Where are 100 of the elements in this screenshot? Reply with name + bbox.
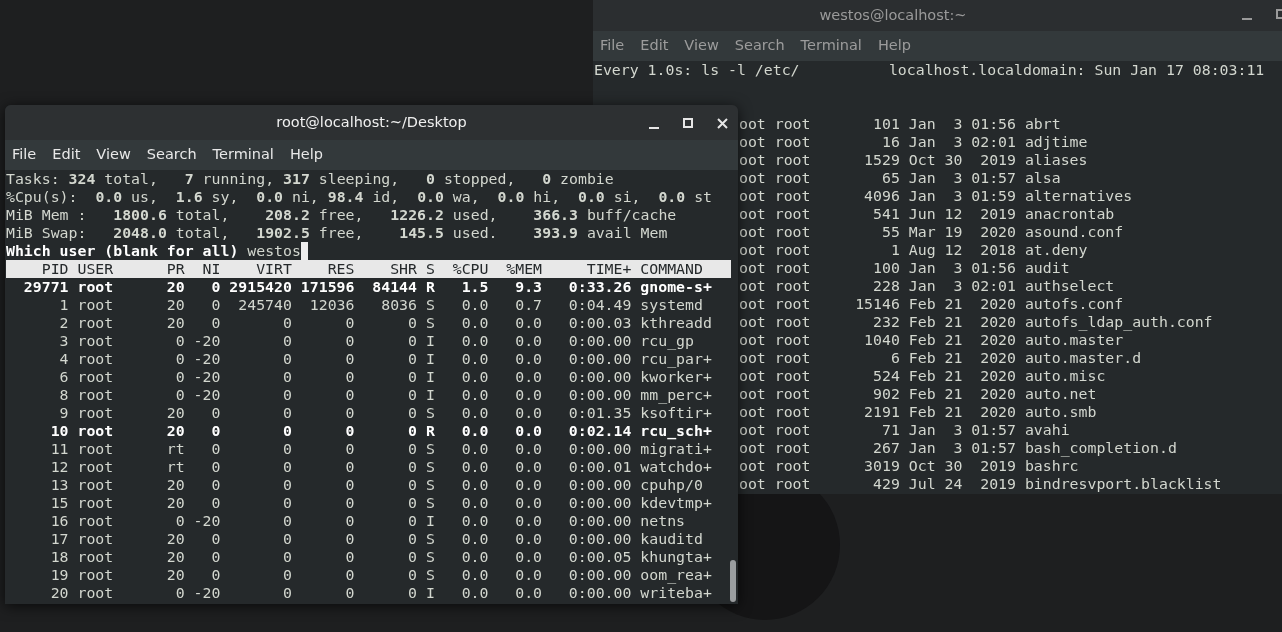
- scrollbar-thumb[interactable]: [730, 560, 736, 602]
- file-time: 2019: [979, 151, 1016, 169]
- table-cell: kauditd: [640, 530, 703, 548]
- table-cell-text: root: [77, 386, 115, 404]
- file-time: 01:56: [970, 115, 1016, 133]
- menu-item[interactable]: Help: [286, 144, 326, 166]
- file-owner: oot root: [739, 223, 811, 241]
- table-cell-text: 0.0: [460, 368, 489, 386]
- table-cell-text: 0:02.14: [567, 422, 632, 440]
- table-cell-text: rt: [165, 458, 185, 476]
- table-cell-text: root: [77, 512, 115, 530]
- file-time: 2020: [979, 331, 1016, 349]
- file-name: adjtime: [1024, 133, 1088, 151]
- table-cell-text: 0.0: [514, 512, 543, 530]
- file-time: 02:01: [970, 277, 1016, 295]
- file-name: auto.smb: [1024, 403, 1097, 421]
- menu-item[interactable]: View: [93, 144, 134, 166]
- table-cell: S: [425, 566, 435, 584]
- menu-item[interactable]: Help: [874, 35, 914, 57]
- table-cell-text: 0: [210, 278, 221, 296]
- table-cell-text: 0: [407, 530, 417, 548]
- table-cell-text: -20: [192, 332, 221, 350]
- file-day: 21: [935, 313, 963, 331]
- menu-item[interactable]: Search: [731, 35, 788, 57]
- file-name: auto.master: [1024, 331, 1124, 349]
- menu-item[interactable]: Terminal: [797, 35, 865, 57]
- table-cell-text: 0.0: [460, 530, 489, 548]
- table-cell-text: 0: [407, 440, 417, 458]
- table-cell: netns: [640, 512, 686, 530]
- table-cell-text: 20: [165, 422, 185, 440]
- file-owner: oot root: [739, 205, 811, 223]
- menu-item[interactable]: Search: [143, 144, 200, 166]
- file-time: 2020: [979, 349, 1016, 367]
- table-cell-text: 0:00.00: [567, 494, 632, 512]
- table-cell-text: 0:00.05: [567, 548, 632, 566]
- file-name: autofs.conf: [1024, 295, 1124, 313]
- menu-item[interactable]: File: [9, 144, 40, 166]
- file-day: 12: [935, 205, 963, 223]
- table-cell-text: 0: [210, 314, 221, 332]
- prompt-label: Which user (blank for all): [6, 242, 239, 260]
- close-icon: [716, 117, 728, 129]
- table-cell-text: 0: [281, 566, 292, 584]
- table-cell-text: 20: [165, 278, 185, 296]
- menu-item[interactable]: Terminal: [209, 144, 277, 166]
- terminal-line: Every 1.0s: ls -l /etc/ localhost.localdomain: Sun Jan 17 08:03:11: [594, 61, 1265, 79]
- table-cell-text: 0: [344, 476, 355, 494]
- file-name: avahi: [1024, 421, 1070, 439]
- table-cell-text: 0.0: [460, 476, 489, 494]
- table-cell-text: 0: [210, 530, 221, 548]
- table-cell-text: 0.0: [514, 530, 543, 548]
- table-cell-text: 0: [174, 584, 185, 602]
- table-cell-text: 0.0: [514, 440, 543, 458]
- file-owner: oot root: [739, 115, 811, 133]
- table-cell-text: 0:00.00: [567, 530, 632, 548]
- table-cell-text: 0: [344, 440, 355, 458]
- menu-item[interactable]: File: [597, 35, 628, 57]
- table-cell-text: 0: [344, 404, 355, 422]
- table-cell-text: root: [77, 566, 115, 584]
- file-owner: oot root: [739, 313, 811, 331]
- table-cell: S: [425, 530, 435, 548]
- file-day: 3: [935, 439, 963, 457]
- file-size: 55: [880, 223, 900, 241]
- table-cell-text: 0.0: [460, 458, 489, 476]
- column-header: RES: [326, 260, 355, 278]
- table-cell-text: 16: [49, 512, 69, 530]
- table-cell-text: 4: [58, 350, 69, 368]
- table-cell-text: 0: [407, 386, 417, 404]
- summary-line: %Cpu(s): 0.0 us, 1.6 sy, 0.0 ni, 98.4 id, 0.0 wa, 0.0 hi, 0.0 si, 0.0 st: [6, 188, 713, 206]
- table-cell: S: [425, 404, 435, 422]
- table-cell: S: [425, 458, 435, 476]
- file-day: 19: [935, 223, 963, 241]
- file-month: Jan: [908, 277, 936, 295]
- menu-item[interactable]: Edit: [637, 35, 672, 57]
- file-size: 541: [872, 205, 900, 223]
- file-day: 3: [935, 115, 963, 133]
- table-cell-text: 0.0: [460, 422, 489, 440]
- table-cell-text: 0: [281, 368, 292, 386]
- table-cell-text: 0: [281, 458, 292, 476]
- file-day: 21: [935, 331, 963, 349]
- table-cell-text: 20: [165, 476, 185, 494]
- table-cell-text: 20: [165, 494, 185, 512]
- table-cell-text: 0.0: [514, 548, 543, 566]
- table-cell-text: root: [77, 584, 115, 602]
- table-cell-text: 0:00.00: [567, 512, 632, 530]
- file-owner: oot root: [739, 367, 811, 385]
- table-cell: I: [425, 386, 435, 404]
- file-day: 24: [935, 475, 963, 493]
- file-day: 30: [935, 151, 963, 169]
- menu-item[interactable]: View: [681, 35, 722, 57]
- file-size: 100: [872, 259, 900, 277]
- menu-item[interactable]: Edit: [49, 144, 84, 166]
- file-name: abrt: [1024, 115, 1061, 133]
- table-cell-text: -20: [192, 386, 221, 404]
- file-name: asound.conf: [1024, 223, 1124, 241]
- file-size: 15146: [854, 295, 900, 313]
- file-name: authselect: [1024, 277, 1115, 295]
- file-owner: oot root: [739, 385, 811, 403]
- file-day: 21: [935, 385, 963, 403]
- table-cell: writeba+: [640, 584, 712, 602]
- user-input[interactable]: westos: [247, 242, 301, 260]
